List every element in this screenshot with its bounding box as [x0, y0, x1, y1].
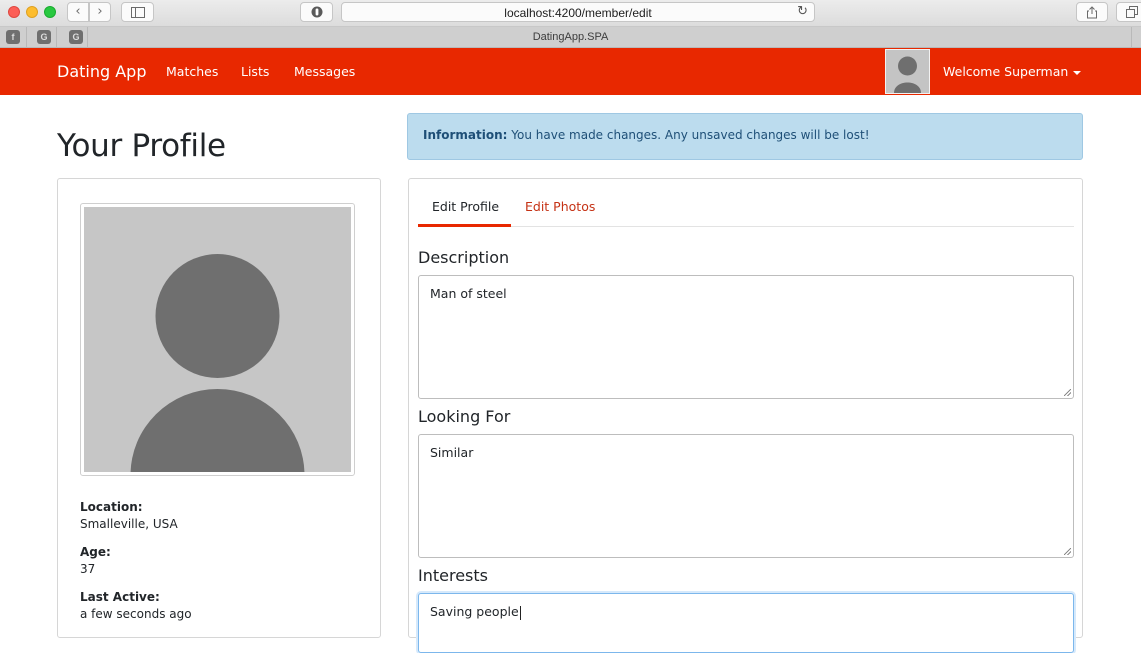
- last-active-label: Last Active:: [80, 590, 160, 604]
- description-label: Description: [418, 248, 510, 267]
- age-label: Age:: [80, 545, 111, 559]
- minimize-window-icon[interactable]: [26, 6, 38, 18]
- navbar: Dating App Matches Lists Messages Welcom…: [0, 48, 1141, 95]
- profile-photo: [84, 207, 351, 472]
- nav-link-matches[interactable]: Matches: [166, 64, 218, 79]
- alert-label: Information:: [423, 128, 508, 142]
- close-window-icon[interactable]: [8, 6, 20, 18]
- caret-down-icon: [1073, 70, 1082, 75]
- last-active-value: a few seconds ago: [80, 607, 192, 621]
- edit-tabs: Edit Profile Edit Photos: [418, 179, 1074, 227]
- user-silhouette-icon: [894, 56, 921, 93]
- resize-handle-icon[interactable]: [1064, 548, 1071, 555]
- avatar[interactable]: [885, 49, 930, 94]
- share-icon[interactable]: [1076, 2, 1108, 22]
- back-icon[interactable]: ‹: [67, 2, 89, 22]
- age-value: 37: [80, 562, 96, 576]
- last-active-info: Last Active: a few seconds ago: [80, 590, 192, 621]
- alert-message: You have made changes. Any unsaved chang…: [511, 128, 870, 142]
- tab-strip: f G G DatingApp.SPA: [0, 27, 1141, 48]
- welcome-text: Welcome Superman: [943, 64, 1069, 79]
- looking-for-value: Similar: [430, 445, 474, 460]
- nav-link-messages[interactable]: Messages: [294, 64, 355, 79]
- edit-card: Edit Profile Edit Photos Description Man…: [408, 178, 1083, 653]
- address-bar[interactable]: localhost:4200/member/edit ↻: [341, 2, 815, 22]
- tab-edit-photos[interactable]: Edit Photos: [525, 199, 595, 214]
- shield-icon[interactable]: [300, 2, 333, 22]
- browser-toolbar: ‹ › localhost:4200/member/edit ↻: [0, 0, 1141, 27]
- tabs-icon[interactable]: [1116, 2, 1141, 22]
- interests-textarea[interactable]: Saving people: [418, 593, 1074, 653]
- user-dropdown-toggle[interactable]: Welcome Superman: [943, 64, 1082, 79]
- profile-photo-frame: [80, 203, 355, 476]
- location-label: Location:: [80, 500, 143, 514]
- zoom-window-icon[interactable]: [44, 6, 56, 18]
- location-value: Smalleville, USA: [80, 517, 178, 531]
- forward-icon[interactable]: ›: [89, 2, 111, 22]
- looking-for-label: Looking For: [418, 407, 511, 426]
- resize-handle-icon[interactable]: [1064, 389, 1071, 396]
- profile-card: Location: Smalleville, USA Age: 37 Last …: [57, 178, 381, 638]
- looking-for-textarea[interactable]: Similar: [418, 434, 1074, 558]
- active-tab-title[interactable]: DatingApp.SPA: [0, 31, 1141, 43]
- age-info: Age: 37: [80, 545, 111, 576]
- nav-link-lists[interactable]: Lists: [241, 64, 269, 79]
- info-alert: Information: You have made changes. Any …: [407, 113, 1083, 160]
- page-title: Your Profile: [57, 128, 226, 164]
- user-silhouette-icon: [130, 254, 305, 472]
- text-cursor: [519, 605, 521, 620]
- brand-link[interactable]: Dating App: [57, 62, 146, 81]
- reload-icon[interactable]: ↻: [797, 4, 808, 19]
- new-tab-button[interactable]: [1131, 27, 1141, 48]
- tab-edit-profile[interactable]: Edit Profile: [432, 199, 499, 214]
- interests-value: Saving people: [430, 604, 519, 619]
- browser-chrome: ‹ › localhost:4200/member/edit ↻ f G G D…: [0, 0, 1141, 48]
- url-text: localhost:4200/member/edit: [504, 6, 652, 20]
- description-value: Man of steel: [430, 286, 507, 301]
- description-textarea[interactable]: Man of steel: [418, 275, 1074, 399]
- active-tab-indicator: [418, 224, 511, 227]
- location-info: Location: Smalleville, USA: [80, 500, 178, 531]
- interests-label: Interests: [418, 566, 488, 585]
- sidebar-icon[interactable]: [121, 2, 154, 22]
